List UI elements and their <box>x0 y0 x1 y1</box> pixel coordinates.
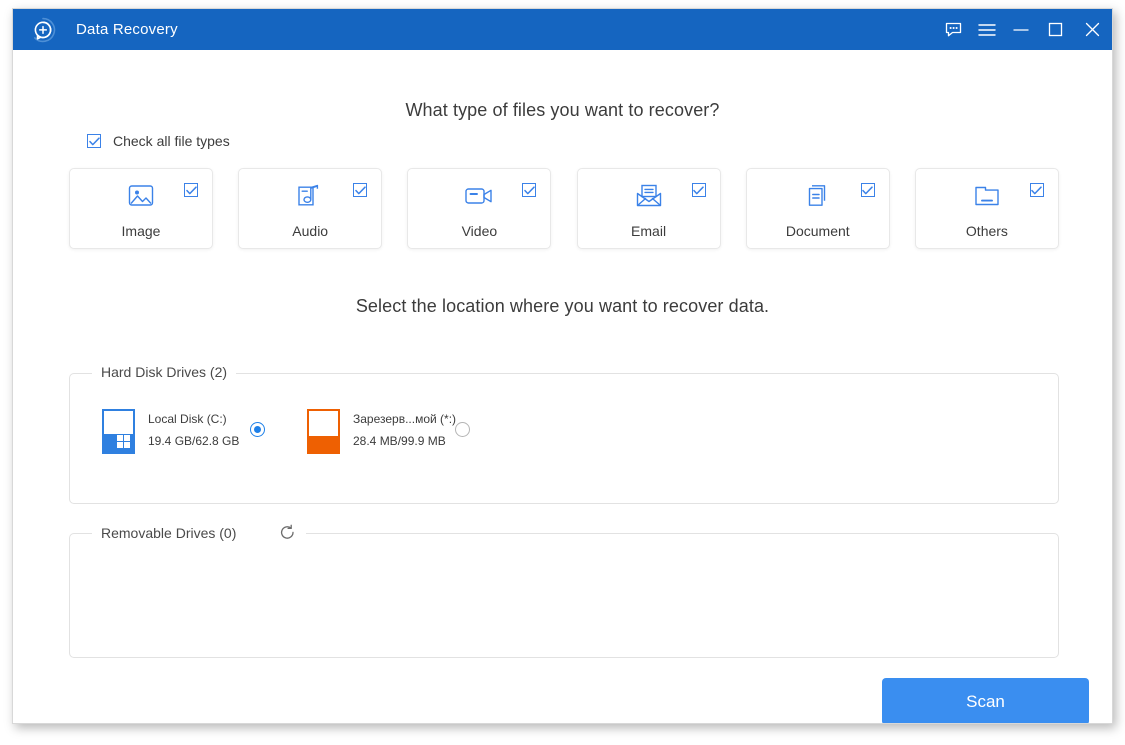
file-type-checkbox-image[interactable] <box>184 183 198 197</box>
file-type-card-others[interactable]: Others <box>914 168 1059 249</box>
check-all-label: Check all file types <box>113 133 230 149</box>
file-type-label-video: Video <box>461 223 498 239</box>
window-title: Data Recovery <box>76 21 178 38</box>
drive-meta: Local Disk (C:) 19.4 GB/62.8 GB <box>148 412 239 448</box>
search-bubble-logo-icon <box>30 17 56 43</box>
file-type-card-audio[interactable]: Audio <box>238 168 383 249</box>
file-type-card-document[interactable]: Document <box>745 168 890 249</box>
drive-radio-reserved[interactable] <box>455 422 470 437</box>
image-icon <box>124 181 158 211</box>
minimize-icon[interactable] <box>1004 9 1038 50</box>
file-type-cards: Image Audio Video Email Document Others <box>69 168 1059 249</box>
email-icon <box>632 181 666 211</box>
page-title-location: Select the location where you want to re… <box>355 296 770 316</box>
check-all-checkbox[interactable] <box>87 134 101 148</box>
video-icon <box>462 181 496 211</box>
file-type-checkbox-document[interactable] <box>860 183 875 197</box>
maximize-icon[interactable] <box>1038 9 1072 50</box>
menu-icon[interactable] <box>970 9 1004 50</box>
document-icon <box>801 181 835 211</box>
drive-size: 28.4 MB/99.9 MB <box>353 434 446 448</box>
drive-name: Local Disk (C:) <box>148 412 227 426</box>
removable-drives-title: Removable Drives (0) <box>92 524 307 541</box>
main-content: What type of files you want to recover? … <box>13 50 1112 723</box>
drive-name: Зарезерв...мой (*:) <box>353 412 457 426</box>
file-type-checkbox-email[interactable] <box>691 183 706 197</box>
removable-drives-label: Removable Drives (0) <box>101 524 237 541</box>
file-type-checkbox-video[interactable] <box>522 183 537 197</box>
scan-button[interactable]: Scan <box>882 678 1089 723</box>
file-type-label-image: Image <box>121 223 161 239</box>
windows-disk-icon <box>102 409 136 455</box>
hard-disk-drives-group: Hard Disk Drives (2) Local Disk (C:) 19.… <box>69 364 1059 504</box>
file-type-label-audio: Audio <box>292 223 329 239</box>
drive-radio-local-disk-c[interactable] <box>250 422 265 437</box>
audio-icon <box>293 181 327 211</box>
file-type-checkbox-others[interactable] <box>1029 183 1044 197</box>
hard-disk-drives-title: Hard Disk Drives (2) <box>92 364 237 380</box>
drive-meta: Зарезерв...мой (*:) 28.4 MB/99.9 MB <box>353 412 456 448</box>
app-window: Data Recovery What type of files you wan… <box>12 8 1113 724</box>
file-type-label-others: Others <box>965 223 1008 239</box>
drive-size: 19.4 GB/62.8 GB <box>148 434 240 448</box>
file-type-checkbox-audio[interactable] <box>353 183 368 197</box>
refresh-icon[interactable] <box>278 524 297 541</box>
feedback-icon[interactable] <box>936 9 970 50</box>
drive-item-local-disk-c[interactable]: Local Disk (C:) 19.4 GB/62.8 GB <box>102 406 239 455</box>
file-type-label-document: Document <box>785 223 850 239</box>
removable-drives-group: Removable Drives (0) <box>69 524 1059 658</box>
disk-icon <box>307 409 341 455</box>
check-all-file-types[interactable]: Check all file types <box>87 133 230 149</box>
title-bar: Data Recovery <box>13 9 1112 50</box>
file-type-label-email: Email <box>631 223 667 239</box>
window-controls <box>936 9 1112 50</box>
file-type-card-image[interactable]: Image <box>69 168 213 249</box>
folder-icon <box>970 181 1004 211</box>
drive-item-reserved[interactable]: Зарезерв...мой (*:) 28.4 MB/99.9 MB <box>307 406 456 455</box>
file-type-card-video[interactable]: Video <box>407 168 552 249</box>
file-type-card-email[interactable]: Email <box>576 168 721 249</box>
hard-disk-drives-label: Hard Disk Drives (2) <box>101 364 228 380</box>
close-icon[interactable] <box>1072 9 1112 50</box>
page-title-file-types: What type of files you want to recover? <box>405 100 720 120</box>
